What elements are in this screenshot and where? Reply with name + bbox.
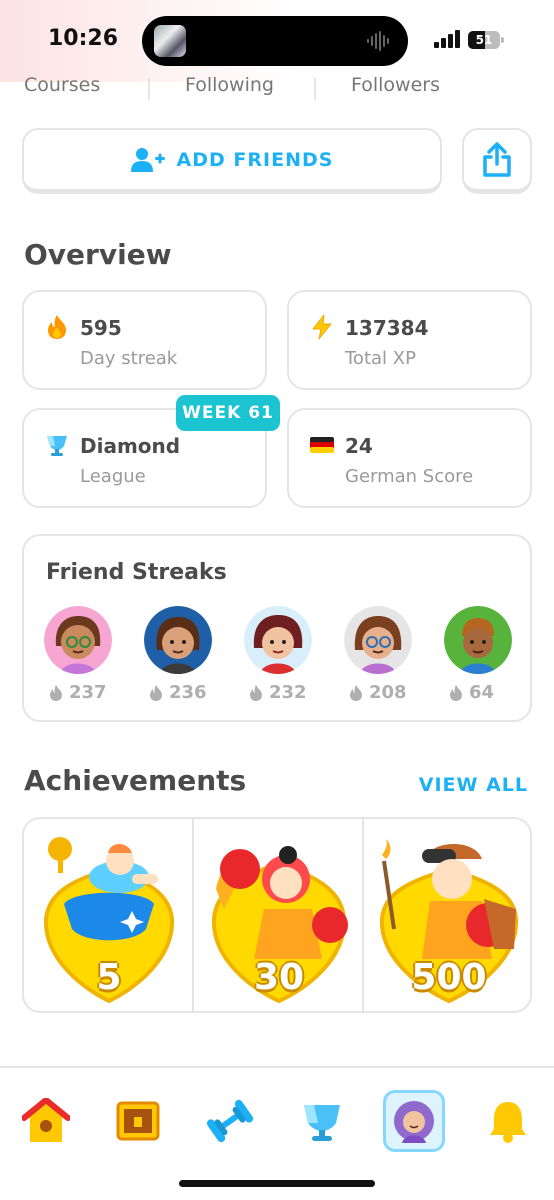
status-time: 10:26 [48, 26, 119, 51]
diamond-trophy-icon [47, 436, 67, 456]
treasure-chest-icon [116, 1101, 160, 1141]
add-friends-label: ADD FRIENDS [176, 148, 334, 171]
profile-avatar-icon [394, 1101, 434, 1143]
germany-flag-icon [310, 437, 334, 453]
friend-streak-count: 232 [248, 682, 307, 703]
tab-divider [314, 78, 316, 100]
fire-icon [350, 684, 362, 701]
dumbbell-icon [206, 1099, 254, 1143]
share-icon [483, 141, 511, 177]
score-label: German Score [345, 466, 474, 487]
fire-icon [48, 315, 66, 339]
achievement-value: 5 [96, 957, 122, 998]
friend-streak-number: 236 [169, 682, 207, 703]
fire-icon [450, 684, 462, 701]
share-button[interactable] [462, 128, 532, 194]
stat-card-score[interactable]: 24 German Score [287, 408, 532, 508]
add-user-icon [130, 147, 165, 172]
friend-streak-number: 208 [369, 682, 407, 703]
status-bar: 10:26 51 [0, 0, 554, 82]
friend-streak-number: 64 [469, 682, 495, 703]
week-badge: WEEK 61 [176, 395, 280, 431]
add-friends-button[interactable]: ADD FRIENDS [22, 128, 442, 194]
avatar [444, 606, 512, 674]
audio-wave-icon [367, 31, 389, 51]
xp-value: 137384 [345, 316, 429, 340]
stat-card-xp[interactable]: 137384 Total XP [287, 290, 532, 390]
fire-icon [150, 684, 162, 701]
battery-level: 51 [475, 33, 493, 47]
nav-quests[interactable] [107, 1090, 169, 1152]
streak-value: 595 [80, 316, 122, 340]
stat-card-streak[interactable]: 595 Day streak [22, 290, 267, 390]
nav-practice[interactable] [199, 1090, 261, 1152]
friend-streak-item[interactable]: 232 [244, 606, 314, 710]
league-label: League [80, 466, 146, 487]
avatar [244, 606, 312, 674]
overview-title: Overview [24, 238, 172, 271]
avatar [344, 606, 412, 674]
nav-notifications[interactable] [477, 1090, 539, 1152]
achievement-badge[interactable]: 500 [364, 819, 530, 1011]
achievements-card: 5 30 500 [22, 817, 532, 1013]
xp-label: Total XP [345, 348, 416, 369]
achievement-value: 500 [411, 957, 487, 998]
league-trophy-icon [304, 1105, 340, 1141]
now-playing-thumbnail [154, 25, 186, 57]
home-icon [22, 1098, 70, 1142]
achievements-title: Achievements [24, 764, 247, 797]
achievement-badge[interactable]: 30 [194, 819, 364, 1011]
friend-streak-item[interactable]: 237 [44, 606, 114, 710]
friend-streak-count: 208 [348, 682, 407, 703]
friend-streak-item[interactable]: 64 [444, 606, 514, 710]
streak-label: Day streak [80, 348, 178, 369]
dynamic-island[interactable] [142, 16, 408, 66]
nav-home[interactable] [15, 1090, 77, 1152]
friend-streak-number: 232 [269, 682, 307, 703]
tab-divider [148, 78, 150, 100]
friend-streak-count: 236 [148, 682, 207, 703]
home-indicator[interactable] [179, 1180, 375, 1187]
league-value: Diamond [80, 434, 181, 458]
achievement-badge[interactable]: 5 [24, 819, 194, 1011]
nav-profile[interactable] [383, 1090, 445, 1152]
view-all-link[interactable]: VIEW ALL [419, 774, 528, 796]
cellular-signal-icon [434, 30, 460, 48]
friend-streaks-card: Friend Streaks 237 236 232 208 64 [22, 534, 532, 722]
tab-followers[interactable]: Followers [351, 74, 440, 96]
friend-streak-count: 64 [448, 682, 494, 703]
nav-leaderboard[interactable] [291, 1090, 353, 1152]
avatar [44, 606, 112, 674]
friend-streaks-title: Friend Streaks [46, 560, 227, 585]
avatar [144, 606, 212, 674]
bell-icon [490, 1102, 526, 1143]
friend-streak-number: 237 [69, 682, 107, 703]
tab-following[interactable]: Following [185, 74, 274, 96]
fire-icon [250, 684, 262, 701]
tab-courses[interactable]: Courses [24, 74, 100, 96]
friend-streak-count: 237 [48, 682, 107, 703]
profile-tabs: Courses Following Followers [0, 74, 554, 100]
score-value: 24 [345, 434, 373, 458]
battery-icon: 51 [468, 31, 504, 49]
friend-streak-item[interactable]: 208 [344, 606, 414, 710]
achievement-value: 30 [253, 957, 305, 998]
friend-streak-item[interactable]: 236 [144, 606, 214, 710]
fire-icon [50, 684, 62, 701]
lightning-icon [312, 314, 332, 340]
